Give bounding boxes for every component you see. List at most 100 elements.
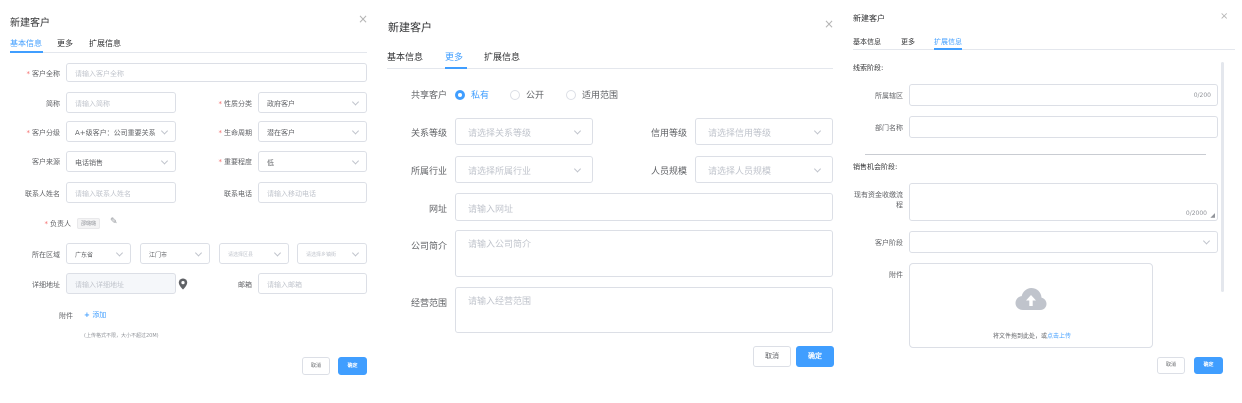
cloud-upload-icon	[1014, 286, 1048, 312]
nature-select[interactable]: 政府客户	[258, 92, 367, 113]
tab-underline	[853, 49, 1235, 50]
tab-more[interactable]: 更多	[901, 37, 915, 47]
label-intro: 公司简介	[410, 242, 447, 252]
importance-select[interactable]: 低	[258, 151, 367, 172]
label-importance: * 重要程度	[218, 158, 253, 166]
tab-extended-info[interactable]: 扩展信息	[934, 37, 962, 47]
location-pin-icon[interactable]	[178, 275, 188, 290]
chevron-down-icon	[351, 126, 360, 135]
section-divider	[865, 154, 1206, 155]
label-level: * 客户分级	[26, 129, 61, 137]
label-owner: * 负责人	[44, 220, 72, 228]
close-icon[interactable]: ×	[824, 18, 834, 30]
district-input[interactable]: 0/200	[909, 84, 1218, 106]
chevron-down-icon	[115, 248, 124, 257]
edit-icon[interactable]: ✎	[110, 217, 118, 227]
district-select[interactable]: 请选择区县	[219, 243, 289, 264]
tab-extended-info[interactable]: 扩展信息	[484, 50, 520, 63]
label-share: 共享客户	[410, 91, 447, 101]
cancel-button[interactable]: 取消	[753, 346, 791, 367]
dept-input[interactable]	[909, 116, 1218, 138]
label-contact: 联系人姓名	[25, 190, 60, 198]
tab-more[interactable]: 更多	[57, 38, 73, 49]
intro-textarea[interactable]: 请输入公司简介	[455, 230, 833, 277]
active-tab-indicator	[10, 51, 43, 53]
tab-basic-info[interactable]: 基本信息	[387, 50, 423, 63]
label-dept: 部门名称	[875, 124, 903, 132]
label-source: 客户来源	[32, 158, 60, 166]
dialog-basic-info: 新建客户 × 基本信息 更多 扩展信息 * 客户全称 请输入客户全称 简称 请输入…	[0, 0, 375, 403]
label-address: 详细地址	[32, 281, 60, 289]
confirm-button[interactable]: 确定	[796, 346, 834, 367]
add-attachment-button[interactable]: + 添加	[84, 310, 106, 320]
radio-private[interactable]	[455, 90, 465, 100]
chevron-down-icon	[351, 97, 360, 106]
chevron-down-icon	[573, 126, 582, 135]
radio-public[interactable]	[510, 90, 520, 100]
confirm-button[interactable]: 确定	[1194, 357, 1223, 374]
staff-select[interactable]: 请选择人员规模	[695, 156, 833, 183]
upload-hint: (上传格式不限，大小不超过20M)	[84, 333, 159, 339]
cancel-button[interactable]: 取消	[1157, 357, 1185, 374]
scope-textarea[interactable]: 请输入经营范围	[455, 287, 833, 333]
active-tab-indicator	[934, 48, 962, 50]
close-icon[interactable]: ×	[1220, 11, 1228, 23]
scrollbar[interactable]	[1221, 62, 1224, 292]
radio-scope[interactable]	[566, 90, 576, 100]
radio-scope-label[interactable]: 适用范围	[582, 88, 618, 101]
city-select[interactable]: 江门市	[140, 243, 210, 264]
email-input[interactable]: 请输入邮箱	[258, 273, 367, 294]
owner-tag[interactable]: 邵璐璐	[77, 218, 101, 229]
label-district: 所属辖区	[875, 92, 903, 100]
char-counter: 0/200	[1193, 92, 1211, 99]
chevron-down-icon	[813, 164, 822, 173]
chevron-down-icon	[351, 156, 360, 165]
resize-handle-icon[interactable]: ◢	[1210, 212, 1215, 219]
label-phone: 联系电话	[224, 190, 252, 198]
website-input[interactable]: 请输入网址	[455, 193, 833, 221]
active-tab-indicator	[445, 67, 467, 69]
close-icon[interactable]: ×	[358, 13, 368, 25]
town-select[interactable]: 请选择乡镇街	[297, 243, 367, 264]
label-website: 网址	[428, 205, 447, 215]
province-select[interactable]: 广东省	[66, 243, 131, 264]
label-nature: * 性质分类	[218, 100, 253, 108]
flow-textarea[interactable]: 0/2000 ◢	[909, 183, 1218, 221]
source-select[interactable]: 电话销售	[66, 151, 176, 172]
credit-select[interactable]: 请选择信用等级	[695, 118, 833, 145]
chevron-down-icon	[160, 126, 169, 135]
label-industry: 所属行业	[410, 167, 447, 177]
tab-extended-info[interactable]: 扩展信息	[89, 38, 121, 49]
phone-input[interactable]: 请输入移动电话	[258, 182, 367, 203]
label-full-name: * 客户全称	[26, 70, 61, 78]
label-short-name: 简称	[46, 100, 60, 108]
label-flow: 现有资金收缴流程	[854, 191, 903, 209]
relation-select[interactable]: 请选择关系等级	[455, 118, 593, 145]
upload-link[interactable]: 点击上传	[1047, 333, 1071, 340]
tab-basic-info[interactable]: 基本信息	[10, 38, 42, 49]
contact-name-input[interactable]: 请输入联系人姓名	[66, 182, 176, 203]
short-name-input[interactable]: 请输入简称	[66, 92, 176, 113]
label-relation: 关系等级	[410, 129, 447, 139]
confirm-button[interactable]: 确定	[338, 357, 367, 375]
tab-more[interactable]: 更多	[445, 50, 463, 63]
radio-public-label[interactable]: 公开	[526, 88, 544, 101]
radio-private-label[interactable]: 私有	[471, 88, 489, 101]
label-region: 所在区域	[32, 251, 60, 259]
address-input[interactable]: 请输入详细地址	[66, 273, 176, 294]
dialog-title: 新建客户	[853, 14, 885, 23]
lifecycle-select[interactable]: 潜在客户	[258, 121, 367, 142]
tab-basic-info[interactable]: 基本信息	[853, 37, 881, 47]
industry-select[interactable]: 请选择所属行业	[455, 156, 593, 183]
chevron-down-icon	[1202, 237, 1211, 245]
cancel-button[interactable]: 取消	[302, 357, 330, 375]
full-name-input[interactable]: 请输入客户全称	[66, 63, 367, 82]
level-select[interactable]: A+级客户：公司重要关系	[66, 121, 176, 142]
tab-underline	[10, 52, 367, 53]
upload-dropzone[interactable]: 将文件拖到此处，或点击上传	[909, 263, 1153, 348]
stage-select[interactable]	[909, 231, 1218, 253]
label-attachment: 附件	[889, 271, 903, 279]
dialog-more: 新建客户 × 基本信息 更多 扩展信息 共享客户 私有 公开 适用范围 关系等级…	[378, 0, 845, 403]
label-attachment: 附件	[59, 312, 73, 320]
label-stage: 客户阶段	[875, 239, 903, 247]
